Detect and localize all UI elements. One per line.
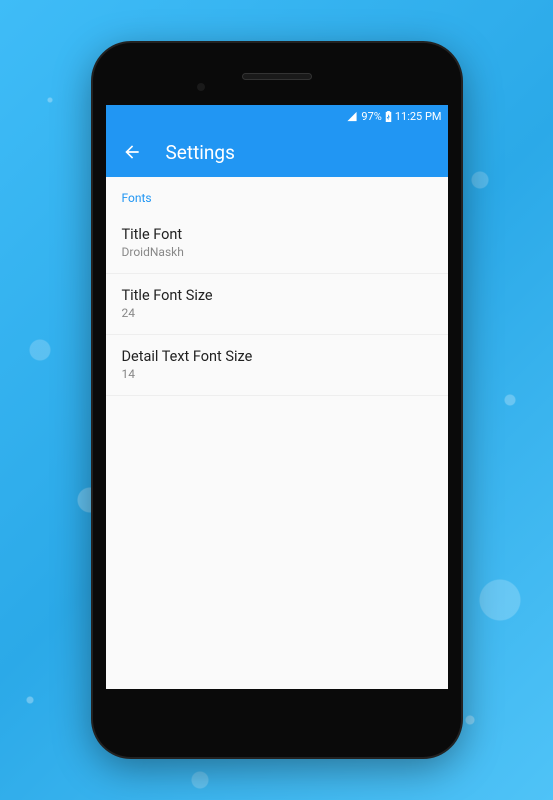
signal-icon (346, 111, 358, 122)
earpiece (242, 73, 312, 80)
battery-charging-icon (385, 111, 392, 122)
setting-title-font-size[interactable]: Title Font Size 24 (106, 274, 448, 335)
phone-frame: 97% 11:25 PM Settings Fonts Title Font D… (93, 43, 461, 757)
app-bar: Settings (106, 127, 448, 177)
screen: 97% 11:25 PM Settings Fonts Title Font D… (106, 105, 448, 689)
setting-value: 24 (122, 306, 432, 320)
page-title: Settings (166, 141, 235, 164)
sensor (197, 83, 205, 91)
setting-value: DroidNaskh (122, 245, 432, 259)
arrow-back-icon (122, 142, 142, 162)
section-header-fonts: Fonts (106, 177, 448, 213)
setting-label: Title Font (122, 226, 432, 243)
setting-label: Title Font Size (122, 287, 432, 304)
setting-value: 14 (122, 367, 432, 381)
setting-label: Detail Text Font Size (122, 348, 432, 365)
setting-detail-text-font-size[interactable]: Detail Text Font Size 14 (106, 335, 448, 396)
status-bar: 97% 11:25 PM (106, 105, 448, 127)
back-button[interactable] (122, 142, 142, 162)
battery-percent: 97% (361, 110, 381, 123)
setting-title-font[interactable]: Title Font DroidNaskh (106, 213, 448, 274)
content-area: Fonts Title Font DroidNaskh Title Font S… (106, 177, 448, 689)
status-time: 11:25 PM (395, 110, 442, 123)
